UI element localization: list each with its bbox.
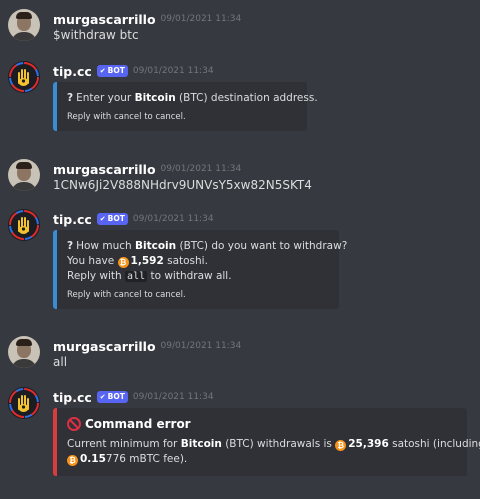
bot-avatar[interactable] — [8, 387, 40, 419]
embed: ? How much Bitcoin (BTC) do you want to w… — [53, 230, 348, 309]
username[interactable]: murgascarrillo — [53, 339, 156, 354]
username[interactable]: tip.cc — [53, 64, 92, 79]
error-embed: Command error Current minimum for Bitcoi… — [53, 408, 480, 476]
error-description: Current minimum for Bitcoin (BTC) withdr… — [67, 438, 480, 451]
message-6: tip.cc ✔ BOT 09/01/2021 11:34 Command err… — [0, 387, 480, 492]
bot-avatar[interactable] — [8, 209, 40, 241]
embed-footer: Reply with cancel to cancel. — [67, 290, 186, 300]
message-2: tip.cc ✔ BOT 09/01/2021 11:34 ? Enter your… — [0, 61, 480, 141]
no-entry-icon — [67, 417, 81, 431]
check-icon: ✔ — [99, 393, 106, 401]
user-avatar[interactable] — [8, 9, 40, 41]
timestamp: 09/01/2021 11:34 — [132, 66, 214, 76]
error-title: Command error — [67, 417, 457, 431]
bitcoin-coin-icon: ₿ — [67, 455, 78, 466]
user-avatar[interactable] — [8, 159, 40, 191]
tip-cc-hand-logo-icon — [9, 388, 39, 418]
timestamp: 09/01/2021 11:34 — [132, 392, 214, 402]
bot-avatar[interactable] — [8, 61, 40, 93]
timestamp: 09/01/2021 11:34 — [160, 341, 242, 351]
bot-tag: ✔ BOT — [96, 65, 128, 77]
question-mark-icon: ? — [67, 92, 74, 104]
reply-hint: Reply with all to withdraw all. — [67, 270, 232, 282]
bot-tag: ✔ BOT — [96, 391, 128, 403]
message-3: murgascarrillo 09/01/2021 11:34 1CNw6Ji2… — [0, 159, 480, 199]
username[interactable]: murgascarrillo — [53, 12, 156, 27]
timestamp: 09/01/2021 11:34 — [160, 14, 242, 24]
embed-description: ? How much Bitcoin (BTC) do you want to w… — [67, 240, 348, 252]
username[interactable]: tip.cc — [53, 212, 92, 227]
bitcoin-coin-icon: ₿ — [335, 440, 347, 451]
user-avatar[interactable] — [8, 336, 40, 368]
message-1: murgascarrillo 09/01/2021 11:34 $withdra… — [0, 9, 480, 49]
fee-line: ₿ 0.15776 mBTC fee). — [67, 452, 457, 467]
message-text: $withdraw btc — [53, 28, 139, 42]
tip-cc-hand-logo-icon — [9, 62, 39, 92]
bitcoin-coin-icon: ₿ — [117, 257, 129, 268]
message-5: murgascarrillo 09/01/2021 11:34 all — [0, 336, 480, 376]
bot-tag: ✔ BOT — [96, 213, 128, 225]
message-4: tip.cc ✔ BOT 09/01/2021 11:34 ? How much B… — [0, 209, 480, 319]
message-text: all — [53, 355, 68, 369]
username[interactable]: murgascarrillo — [53, 162, 156, 177]
timestamp: 09/01/2021 11:34 — [160, 164, 242, 174]
check-icon: ✔ — [99, 215, 106, 223]
question-mark-icon: ? — [67, 240, 74, 252]
embed-footer: Reply with cancel to cancel. — [67, 112, 186, 122]
username[interactable]: tip.cc — [53, 390, 92, 405]
message-text: 1CNw6Ji2V888NHdrv9UNVsY5xw82N5SKT4 — [53, 178, 312, 192]
timestamp: 09/01/2021 11:34 — [132, 214, 214, 224]
tip-cc-hand-logo-icon — [9, 210, 39, 240]
check-icon: ✔ — [99, 67, 106, 75]
embed-description: ? Enter your Bitcoin (BTC) destination ad… — [67, 92, 318, 104]
embed: ? Enter your Bitcoin (BTC) destination ad… — [53, 82, 318, 131]
balance-line: You have ₿ 1,592 satoshi. — [67, 255, 208, 268]
